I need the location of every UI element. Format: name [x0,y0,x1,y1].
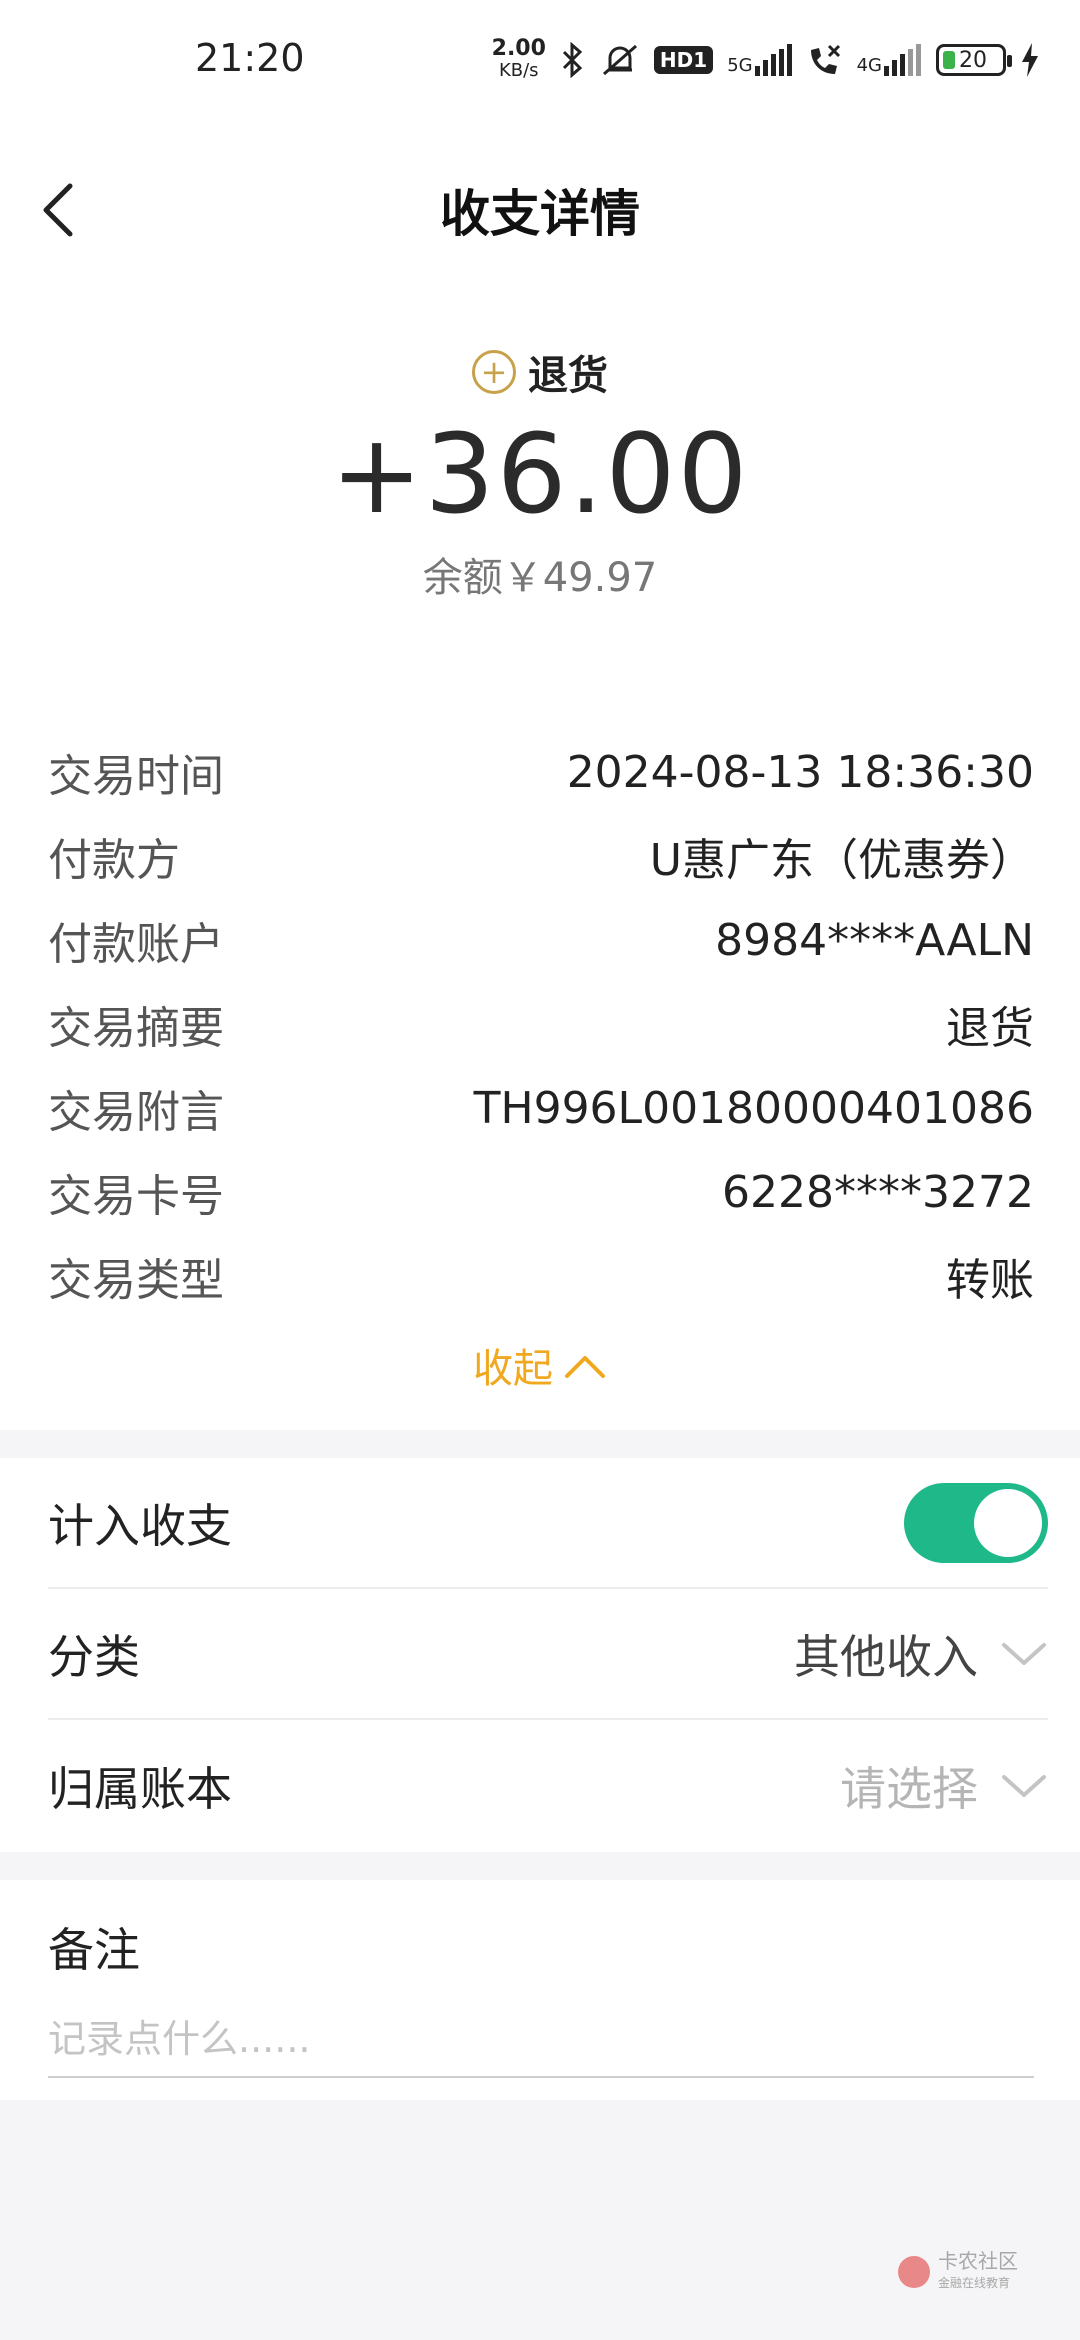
detail-value: 2024-08-13 18:36:30 [566,746,1034,798]
page: 21:20 2.00 KB/s HD1 5G 4G 20 收支详情 + 退货 +… [0,0,1080,2340]
detail-label: 交易类型 [48,1255,224,1306]
transaction-type-label: 退货 [528,353,608,399]
ledger-row[interactable]: 归属账本 请选择 [48,1720,1048,1851]
call-off-icon [810,44,840,74]
net-speed-value: 2.00 [491,36,546,61]
ledger-placeholder: 请选择 [840,1761,978,1816]
detail-value: TH996L00180000401086 [473,1082,1034,1134]
detail-value: 6228****3272 [722,1166,1034,1218]
battery-fill [943,51,955,69]
notes-title: 备注 [48,1923,140,1977]
status-time: 21:20 [195,36,305,80]
signal-bars-icon [754,44,792,76]
mute-bell-icon [602,44,637,76]
signal-5g: 5G [727,44,792,76]
transaction-summary: + 退货 +36.00 余额￥49.97 交易时间 2024-08-13 18:… [0,300,1080,1430]
transaction-type: + 退货 [0,342,1080,402]
setting-label: 计入收支 [48,1498,232,1553]
include-in-stats-row: 计入收支 [48,1458,1048,1589]
app-header: 收支详情 [0,120,1080,300]
watermark-logo-icon [898,2256,930,2288]
ledger-selector[interactable]: 请选择 [840,1753,1048,1819]
watermark-subtitle: 金融在线教育 [938,2276,1011,2290]
detail-value: 8984****AALN [715,914,1034,966]
notes-input[interactable] [48,2002,1034,2078]
net2-label: 4G [856,55,882,76]
watermark-title: 卡农社区 [938,2249,1018,2273]
chevron-left-icon [43,183,73,237]
plus-circle-icon: + [472,350,516,394]
account-balance: 余额￥49.97 [422,555,658,601]
chevron-up-icon [565,1356,605,1378]
detail-label: 交易附言 [48,1087,224,1138]
status-icons: 2.00 KB/s HD1 5G 4G 20 [492,38,1040,82]
setting-label: 归属账本 [48,1761,232,1816]
net1-label: 5G [727,55,753,76]
status-bar: 21:20 2.00 KB/s HD1 5G 4G 20 [0,0,1080,120]
transaction-amount: +36.00 [330,410,750,538]
detail-label: 付款账户 [48,919,224,970]
signal-bars-icon [884,44,921,76]
detail-label: 交易摘要 [48,1003,224,1054]
page-title: 收支详情 [440,185,640,243]
battery-icon: 20 [936,44,1012,76]
chevron-down-icon [1002,1642,1046,1665]
chevron-down-icon [1002,1774,1046,1797]
notes-card: 备注 [0,1880,1080,2100]
detail-row-card: 交易卡号 6228****3272 [48,1150,1034,1234]
battery-level: 20 [959,47,987,73]
detail-label: 付款方 [48,835,180,886]
net-speed: 2.00 KB/s [492,38,546,82]
toggle-knob [974,1488,1042,1557]
detail-row-summary: 交易摘要 退货 [48,982,1034,1066]
category-row[interactable]: 分类 其他收入 [48,1589,1048,1720]
category-value: 其他收入 [794,1629,978,1684]
detail-row-type: 交易类型 转账 [48,1234,1034,1318]
charging-icon [1022,43,1038,77]
collapse-label: 收起 [473,1346,553,1392]
detail-row-payer: 付款方 U惠广东（优惠券） [48,814,1034,898]
detail-label: 交易卡号 [48,1171,224,1222]
detail-value: 转账 [946,1255,1034,1306]
net-speed-unit: KB/s [498,60,539,81]
detail-value: 退货 [946,1003,1034,1054]
detail-row-payer-account: 付款账户 8984****AALN [48,898,1034,982]
bluetooth-icon [562,42,583,78]
detail-label: 交易时间 [48,751,224,802]
detail-row-memo: 交易附言 TH996L00180000401086 [48,1066,1034,1150]
settings-card: 计入收支 分类 其他收入 归属账本 请选择 [0,1458,1080,1852]
back-button[interactable] [36,120,136,300]
setting-label: 分类 [48,1629,140,1684]
category-selector[interactable]: 其他收入 [794,1621,1048,1687]
detail-row-time: 交易时间 2024-08-13 18:36:30 [48,730,1034,814]
include-in-stats-toggle[interactable] [904,1482,1048,1563]
signal-4g: 4G [857,44,922,76]
watermark: 卡农社区 金融在线教育 [898,2250,1018,2294]
collapse-button[interactable]: 收起 [0,1330,1080,1400]
detail-list: 交易时间 2024-08-13 18:36:30 付款方 U惠广东（优惠券） 付… [48,730,1034,1318]
watermark-text: 卡农社区 金融在线教育 [938,2250,1018,2294]
hd-badge: HD1 [653,46,714,74]
detail-value: U惠广东（优惠券） [649,835,1034,886]
